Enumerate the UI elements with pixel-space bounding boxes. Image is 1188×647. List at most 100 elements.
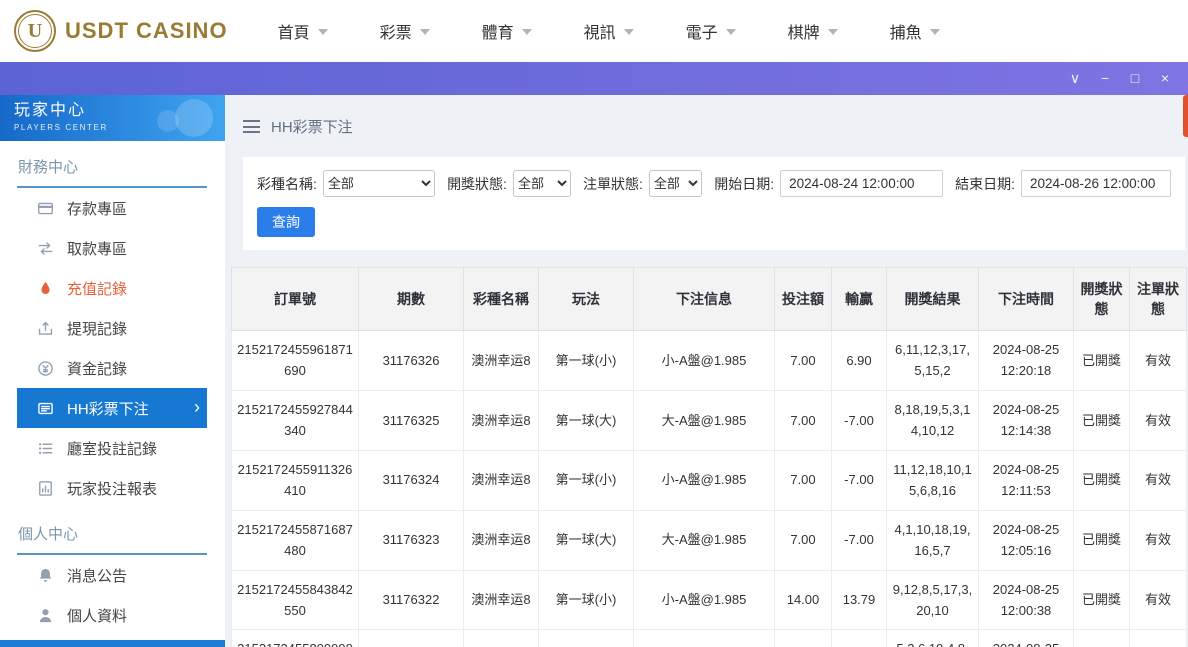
sidebar-item-funds-records[interactable]: 資金記錄 bbox=[17, 348, 207, 388]
cell-win: 6.90 bbox=[831, 330, 887, 391]
report-icon bbox=[37, 480, 54, 497]
sidebar-item-label: 提現記錄 bbox=[67, 320, 128, 338]
nav-item-5[interactable]: 棋牌 bbox=[788, 19, 838, 43]
recharge-icon bbox=[37, 280, 54, 297]
cell-lottery: 澳洲幸运8 bbox=[463, 569, 539, 631]
col-header-result: 開獎結果 bbox=[886, 267, 979, 331]
collapse-button[interactable]: ∨ bbox=[1060, 62, 1090, 95]
cell-draw_status: 已開獎 bbox=[1073, 330, 1130, 391]
cell-draw_status: 已開獎 bbox=[1073, 389, 1130, 451]
cell-period: 31176321 bbox=[358, 629, 464, 647]
chevron-down-icon bbox=[419, 29, 430, 35]
cell-period: 31176324 bbox=[358, 449, 464, 511]
sidebar-item-withdraw-area[interactable]: 取款專區 bbox=[17, 228, 207, 268]
filter-panel: 彩種名稱:全部開獎狀態:全部注單狀態:全部開始日期:結束日期: 查詢 bbox=[243, 157, 1185, 250]
cell-result: 6,11,12,3,17,5,15,2 bbox=[886, 330, 979, 391]
cell-time: 2024-08-25 12:11:53 bbox=[978, 449, 1074, 511]
cell-play: 第一球(小) bbox=[538, 449, 634, 511]
sidebar-item-hh-lottery-bets[interactable]: HH彩票下注 › bbox=[17, 388, 207, 428]
cell-win: -7.00 bbox=[831, 509, 887, 571]
chevron-down-icon bbox=[929, 29, 940, 35]
sidebar-item-player-bet-report[interactable]: 玩家投注報表 bbox=[17, 468, 207, 508]
nav-item-3[interactable]: 視訊 bbox=[584, 19, 634, 43]
filter-label: 注單狀態: bbox=[582, 175, 643, 192]
filter-row: 彩種名稱:全部開獎狀態:全部注單狀態:全部開始日期:結束日期: bbox=[257, 170, 1171, 197]
main-content: HH彩票下注 彩種名稱:全部開獎狀態:全部注單狀態:全部開始日期:結束日期: 查… bbox=[225, 95, 1188, 647]
sidebar-item-label: 消息公告 bbox=[67, 567, 128, 585]
nav-item-0[interactable]: 首頁 bbox=[278, 19, 328, 43]
nav-item-label: 捕魚 bbox=[889, 25, 922, 42]
start-date-input[interactable] bbox=[780, 170, 944, 197]
cell-win: -14.00 bbox=[831, 629, 887, 647]
cell-order_status: 有效 bbox=[1129, 449, 1187, 511]
sidebar-item-recharge-records[interactable]: 充值記錄 bbox=[17, 268, 207, 308]
user-icon bbox=[37, 607, 54, 624]
cell-result: 4,1,10,18,19,16,5,7 bbox=[886, 509, 979, 571]
chevron-down-icon bbox=[317, 29, 328, 35]
sidebar-sections: 財務中心 存款專區 取款專區 充值記錄 提現記錄 資金記錄 HH彩票下注 › 廳室投註記錄 玩家投… bbox=[0, 141, 225, 635]
cell-time: 2024-08-25 12:05:16 bbox=[978, 509, 1074, 571]
cell-order_status: 有效 bbox=[1129, 629, 1187, 647]
nav-item-label: 首頁 bbox=[277, 25, 310, 42]
cell-amount: 14.00 bbox=[774, 629, 832, 647]
lottery-ticket-icon bbox=[37, 400, 54, 417]
nav-item-2[interactable]: 體育 bbox=[482, 19, 532, 43]
sidebar-item-announcements[interactable]: 消息公告 bbox=[17, 555, 207, 595]
lottery-name-select[interactable]: 全部 bbox=[322, 170, 436, 197]
hall-list-icon bbox=[37, 440, 54, 457]
cell-order: 2152172455871687480 bbox=[231, 509, 359, 571]
nav-item-4[interactable]: 電子 bbox=[686, 19, 736, 43]
cell-order_status: 有效 bbox=[1129, 569, 1187, 631]
maximize-button[interactable]: □ bbox=[1120, 62, 1150, 95]
col-header-time: 下注時間 bbox=[978, 267, 1074, 331]
cell-draw_status: 已開獎 bbox=[1073, 629, 1130, 647]
sidebar-item-cashout-records[interactable]: 提現記錄 bbox=[17, 308, 207, 348]
table-row: 2152172455843842550 31176322 澳洲幸运8 第一球(小) 小-… bbox=[231, 569, 1187, 631]
cell-bet: 小-A盤@1.985 bbox=[633, 330, 775, 391]
table-row: 2152172455927844340 31176325 澳洲幸运8 第一球(大) 大-… bbox=[231, 389, 1187, 451]
cell-result: 9,12,8,5,17,3,20,10 bbox=[886, 569, 979, 631]
nav-item-label: 視訊 bbox=[583, 25, 616, 42]
sidebar: 玩家中心 PLAYERS CENTER 財務中心 存款專區 取款專區 充值記錄 提現記錄… bbox=[0, 95, 225, 647]
nav-item-1[interactable]: 彩票 bbox=[380, 19, 430, 43]
bell-icon bbox=[37, 567, 54, 584]
cell-order: 2152172455911326410 bbox=[231, 449, 359, 511]
breadcrumb: HH彩票下注 bbox=[231, 95, 1185, 157]
nav-item-label: 彩票 bbox=[379, 25, 412, 42]
cell-order_status: 有效 bbox=[1129, 509, 1187, 571]
cell-order: 2152172455809990190 bbox=[231, 629, 359, 647]
cell-order: 2152172455843842550 bbox=[231, 569, 359, 631]
filter-label: 彩種名稱: bbox=[257, 175, 317, 192]
sidebar-item-hall-bet-records[interactable]: 廳室投註記錄 bbox=[17, 428, 207, 468]
table-row: 2152172455911326410 31176324 澳洲幸运8 第一球(小) 小-… bbox=[231, 449, 1187, 511]
cell-bet: 小-A盤@1.985 bbox=[633, 569, 775, 631]
draw-status-select[interactable]: 全部 bbox=[512, 170, 571, 197]
search-button[interactable]: 查詢 bbox=[257, 207, 315, 237]
sidebar-item-label: HH彩票下注 bbox=[67, 400, 149, 418]
cell-amount: 7.00 bbox=[774, 449, 832, 511]
cell-order: 2152172455927844340 bbox=[231, 389, 359, 451]
minimize-button[interactable]: − bbox=[1090, 62, 1120, 95]
nav-item-label: 棋牌 bbox=[787, 25, 820, 42]
withdraw-icon bbox=[37, 240, 54, 257]
table-row: 2152172455871687480 31176323 澳洲幸运8 第一球(大) 大-… bbox=[231, 509, 1187, 571]
col-header-play: 玩法 bbox=[538, 267, 634, 331]
floating-widget[interactable] bbox=[1183, 95, 1188, 137]
nav-item-6[interactable]: 捕魚 bbox=[890, 19, 940, 43]
nav-item-label: 電子 bbox=[685, 25, 718, 42]
menu-toggle-icon[interactable] bbox=[243, 120, 260, 133]
cell-play: 第一球(小) bbox=[538, 569, 634, 631]
cell-lottery: 澳洲幸运8 bbox=[463, 330, 539, 391]
casino-logo[interactable]: U USDT CASINO bbox=[14, 10, 228, 52]
end-date-input[interactable] bbox=[1021, 170, 1171, 197]
players-center-header: 玩家中心 PLAYERS CENTER bbox=[0, 95, 225, 141]
window-titlebar: ∨ − □ × bbox=[0, 62, 1188, 95]
sidebar-item-deposit-area[interactable]: 存款專區 bbox=[17, 188, 207, 228]
close-button[interactable]: × bbox=[1150, 62, 1180, 95]
order-status-select[interactable]: 全部 bbox=[648, 170, 703, 197]
cell-order: 2152172455961871690 bbox=[231, 330, 359, 391]
cell-period: 31176325 bbox=[358, 389, 464, 451]
col-header-order_status: 注單狀態 bbox=[1129, 267, 1187, 331]
sidebar-item-profile[interactable]: 個人資料 bbox=[17, 595, 207, 635]
cell-time: 2024-08-25 11:54:59 bbox=[978, 629, 1074, 647]
